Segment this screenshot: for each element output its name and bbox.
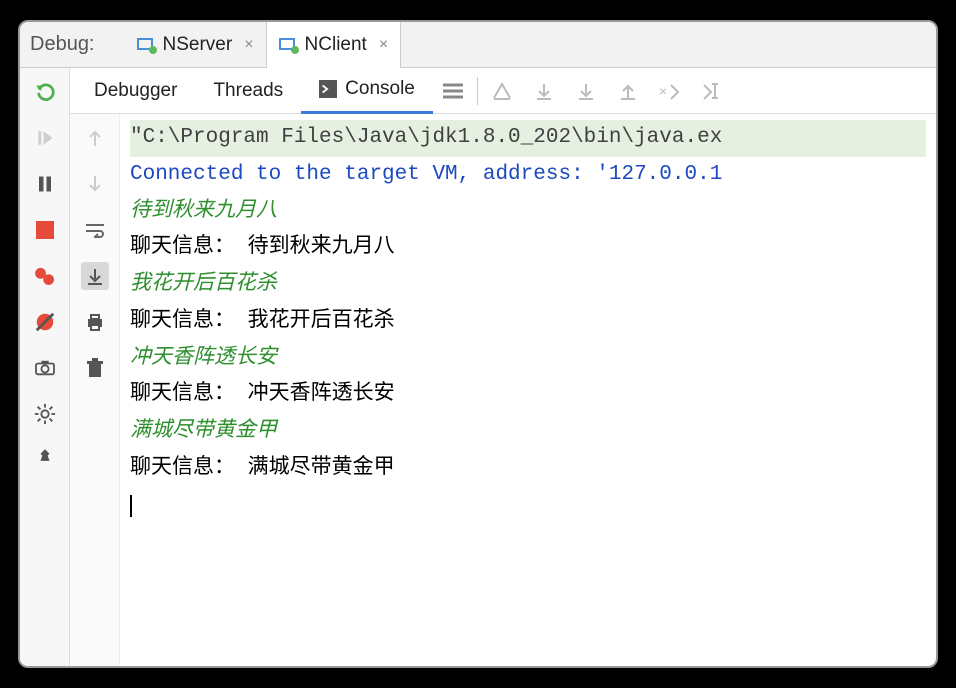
soft-wrap-icon[interactable]: [81, 216, 109, 244]
separator: [477, 77, 478, 105]
stop-button[interactable]: [31, 216, 59, 244]
tab-label: Console: [345, 78, 415, 100]
stdout-line: 聊天信息： 冲天香阵透长安: [130, 383, 395, 406]
rerun-button[interactable]: [31, 78, 59, 106]
pause-button[interactable]: [31, 170, 59, 198]
run-tab-nserver[interactable]: NServer ×: [125, 22, 266, 68]
tab-debugger[interactable]: Debugger: [76, 68, 195, 114]
stdout-line: 聊天信息： 满城尽带黄金甲: [130, 457, 395, 480]
debug-tool-window: Debug: NServer × NClient ×: [18, 20, 938, 668]
next-icon[interactable]: [81, 170, 109, 198]
run-config-icon: [137, 38, 155, 52]
console-output[interactable]: "C:\Program Files\Java\jdk1.8.0_202\bin\…: [120, 114, 936, 666]
close-icon[interactable]: ×: [379, 36, 388, 54]
user-input-line: 待到秋来九月八: [130, 200, 277, 223]
tab-console[interactable]: Console: [301, 68, 433, 114]
user-input-line: 满城尽带黄金甲: [130, 420, 277, 443]
user-input-line: 我花开后百花杀: [130, 273, 277, 296]
tab-label: Debugger: [94, 80, 177, 102]
settings-button[interactable]: [31, 400, 59, 428]
tab-label: Threads: [213, 80, 283, 102]
step-out-icon[interactable]: [614, 77, 642, 105]
resume-button[interactable]: [31, 124, 59, 152]
clear-icon[interactable]: [81, 354, 109, 382]
user-input-line: 冲天香阵透长安: [130, 347, 277, 370]
close-icon[interactable]: ×: [244, 36, 253, 54]
console-icon: [319, 80, 337, 98]
run-tab-label: NClient: [305, 34, 367, 56]
step-toolbar: ×: [488, 77, 726, 105]
debug-label: Debug:: [30, 33, 95, 56]
previous-icon[interactable]: [81, 124, 109, 152]
run-tab-label: NServer: [163, 34, 233, 56]
stdout-line: 聊天信息： 待到秋来九月八: [130, 236, 395, 259]
command-line: "C:\Program Files\Java\jdk1.8.0_202\bin\…: [130, 120, 926, 157]
mute-breakpoints-button[interactable]: [31, 308, 59, 336]
run-tab-nclient[interactable]: NClient ×: [266, 22, 402, 68]
svg-text:×: ×: [659, 83, 667, 99]
drop-frame-icon[interactable]: ×: [656, 77, 684, 105]
run-config-icon: [279, 38, 297, 52]
print-icon[interactable]: [81, 308, 109, 336]
show-execution-point-icon[interactable]: [488, 77, 516, 105]
vm-connect-line: Connected to the target VM, address: '12…: [130, 163, 722, 186]
debug-titlebar: Debug: NServer × NClient ×: [20, 22, 936, 68]
view-breakpoints-button[interactable]: [31, 262, 59, 290]
console-side-toolbar: [70, 114, 120, 666]
scroll-to-end-icon[interactable]: [81, 262, 109, 290]
debug-inner-tabs: Debugger Threads Console: [70, 68, 936, 114]
stdout-line: 聊天信息： 我花开后百花杀: [130, 310, 395, 333]
pin-button[interactable]: [31, 446, 59, 474]
step-into-icon[interactable]: [572, 77, 600, 105]
debug-left-toolbar: [20, 68, 70, 666]
tab-threads[interactable]: Threads: [195, 68, 301, 114]
layout-settings-icon[interactable]: [439, 77, 467, 105]
step-over-icon[interactable]: [530, 77, 558, 105]
run-to-cursor-icon[interactable]: [698, 77, 726, 105]
thread-dump-button[interactable]: [31, 354, 59, 382]
text-cursor: [130, 495, 132, 517]
